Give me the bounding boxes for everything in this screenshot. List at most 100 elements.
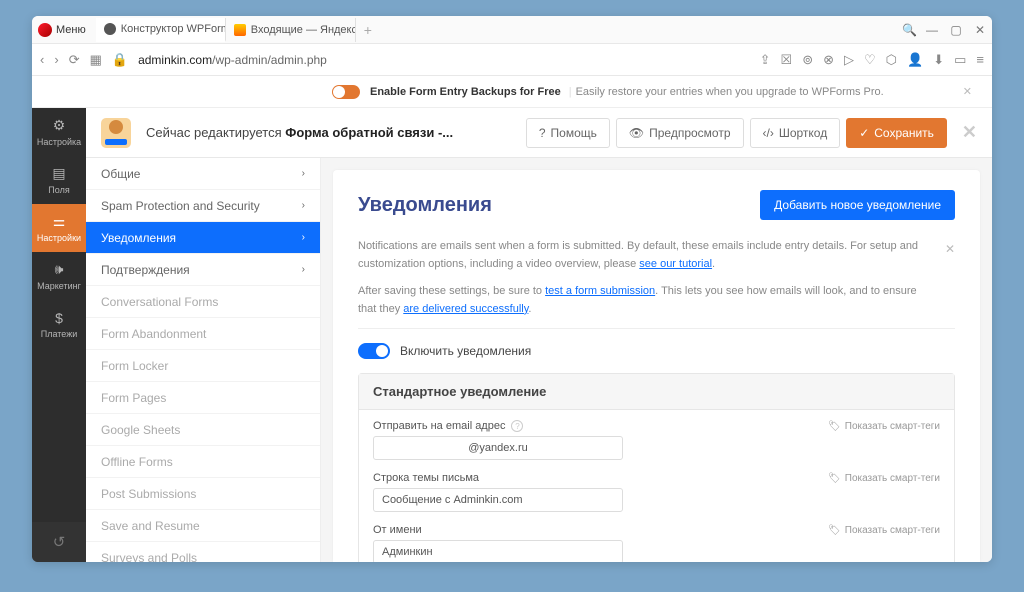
close-desc-icon[interactable]: ✕ xyxy=(945,240,955,259)
ext-icon[interactable]: ▷ xyxy=(844,52,854,68)
chevron-right-icon: › xyxy=(302,200,305,211)
close-notice-icon[interactable]: ✕ xyxy=(963,85,972,98)
ext-icon[interactable]: ⇪ xyxy=(760,52,771,68)
forward-icon[interactable]: › xyxy=(54,52,58,67)
titlebar: Меню Конструктор WPForms ‹ А ✕ Входящие … xyxy=(32,16,992,44)
close-builder-icon[interactable]: ✕ xyxy=(962,122,977,143)
maximize-icon[interactable]: ▢ xyxy=(950,23,962,37)
content-title: Уведомления xyxy=(358,194,492,217)
help-button[interactable]: ?Помощь xyxy=(526,118,610,148)
help-icon: ? xyxy=(539,126,546,140)
person-icon xyxy=(104,23,116,35)
address-bar: ‹ › ⟳ ▦ 🔒 adminkin.com/wp-admin/admin.ph… xyxy=(32,44,992,76)
search-icon[interactable]: 🔍 xyxy=(902,23,914,37)
sidebar-item-sheets[interactable]: Google Sheets xyxy=(86,414,320,446)
chevron-right-icon: › xyxy=(302,168,305,179)
code-icon: ‹/› xyxy=(763,126,774,140)
tab-title: Входящие — Яндекс Поч xyxy=(251,24,356,36)
send-to-input[interactable] xyxy=(373,436,623,460)
send-to-label: Отправить на email адрес xyxy=(373,420,505,432)
browser-tab[interactable]: Входящие — Яндекс Поч ✕ xyxy=(226,18,356,42)
sidebar-item-abandonment[interactable]: Form Abandonment xyxy=(86,318,320,350)
save-button[interactable]: ✓Сохранить xyxy=(846,118,947,148)
gear-icon: ⚙ xyxy=(53,117,66,134)
yandex-icon xyxy=(234,24,246,36)
check-icon: ✓ xyxy=(859,126,869,140)
menu-icon[interactable]: ≡ xyxy=(976,52,984,68)
sidebar-item-general[interactable]: Общие› xyxy=(86,158,320,190)
ext-icon[interactable]: ⬡ xyxy=(886,52,897,68)
sidebar-item-pages[interactable]: Form Pages xyxy=(86,382,320,414)
chevron-right-icon: › xyxy=(302,232,305,243)
help-icon[interactable]: ? xyxy=(511,420,523,432)
lock-icon: 🔒 xyxy=(112,52,128,68)
back-icon[interactable]: ‹ xyxy=(40,52,44,67)
nav-marketing[interactable]: 🕪Маркетинг xyxy=(32,252,86,300)
test-link[interactable]: test a form submission xyxy=(545,285,655,297)
sidebar-item-offline[interactable]: Offline Forms xyxy=(86,446,320,478)
notification-panel: Стандартное уведомление Отправить на ema… xyxy=(358,373,955,562)
from-name-label: От имени xyxy=(373,524,422,536)
close-window-icon[interactable]: ✕ xyxy=(974,23,986,37)
reload-icon[interactable]: ⟳ xyxy=(69,52,80,68)
panel-title: Стандартное уведомление xyxy=(359,374,954,410)
sidebar-item-spam[interactable]: Spam Protection and Security› xyxy=(86,190,320,222)
download-icon[interactable]: ⬇ xyxy=(933,52,944,68)
header-title: Сейчас редактируется Форма обратной связ… xyxy=(146,125,520,140)
left-nav: ⚙Настройка ▤Поля ⚌Настройки 🕪Маркетинг $… xyxy=(32,108,86,562)
fields-icon: ▤ xyxy=(52,165,65,182)
subject-label: Строка темы письма xyxy=(373,472,479,484)
sidebar-item-notifications[interactable]: Уведомления› xyxy=(86,222,320,254)
chart-icon: 🕪 xyxy=(55,261,64,278)
new-tab-button[interactable]: + xyxy=(356,22,380,38)
minimize-icon[interactable]: — xyxy=(926,23,938,37)
sidebar-item-locker[interactable]: Form Locker xyxy=(86,350,320,382)
preview-button[interactable]: 👁Предпросмотр xyxy=(616,118,744,148)
enable-toggle[interactable] xyxy=(358,343,390,359)
from-name-input[interactable] xyxy=(373,540,623,562)
sidebar-item-save-resume[interactable]: Save and Resume xyxy=(86,510,320,542)
enable-notifications-row: Включить уведомления xyxy=(358,328,955,373)
sidebar-item-conversational[interactable]: Conversational Forms xyxy=(86,286,320,318)
avatar-icon[interactable]: 👤 xyxy=(907,52,923,68)
url-input[interactable]: adminkin.com/wp-admin/admin.php xyxy=(138,53,750,67)
notice-toggle[interactable] xyxy=(332,85,360,99)
nav-history[interactable]: ↺ xyxy=(32,522,86,562)
add-notification-button[interactable]: Добавить новое уведомление xyxy=(760,190,955,220)
grid-icon[interactable]: ▦ xyxy=(90,52,102,68)
wpforms-logo xyxy=(101,118,131,148)
sliders-icon: ⚌ xyxy=(53,213,66,230)
ext-icon[interactable]: ▭ xyxy=(954,52,966,68)
sidebar-item-post[interactable]: Post Submissions xyxy=(86,478,320,510)
tab-title: Конструктор WPForms ‹ А xyxy=(121,23,226,35)
tutorial-link[interactable]: see our tutorial xyxy=(639,258,712,270)
smart-tags-link[interactable]: 🏷Показать смарт-теги xyxy=(828,525,940,536)
ext-icon[interactable]: ⊚ xyxy=(802,52,813,68)
subject-input[interactable] xyxy=(373,488,623,512)
smart-tags-link[interactable]: 🏷Показать смарт-теги xyxy=(828,421,940,432)
tag-icon: 🏷 xyxy=(828,473,841,484)
nav-payments[interactable]: $Платежи xyxy=(32,300,86,348)
browser-tab[interactable]: Конструктор WPForms ‹ А ✕ xyxy=(96,18,226,42)
sidebar-item-surveys[interactable]: Surveys and Polls xyxy=(86,542,320,562)
delivered-link[interactable]: are delivered successfully xyxy=(403,303,528,315)
smart-tags-link[interactable]: 🏷Показать смарт-теги xyxy=(828,473,940,484)
ext-icon[interactable]: ⊗ xyxy=(823,52,834,68)
tag-icon: 🏷 xyxy=(828,421,841,432)
ext-icon[interactable]: ♡ xyxy=(864,52,876,68)
description-2: After saving these settings, be sure to … xyxy=(358,283,955,318)
sidebar-item-confirmations[interactable]: Подтверждения› xyxy=(86,254,320,286)
content-panel: Уведомления Добавить новое уведомление N… xyxy=(333,170,980,562)
shortcode-button[interactable]: ‹/›Шорткод xyxy=(750,118,841,148)
nav-settings[interactable]: ⚌Настройки xyxy=(32,204,86,252)
menu-button[interactable]: Меню xyxy=(56,24,86,36)
eye-icon: 👁 xyxy=(629,126,644,140)
builder-header: Сейчас редактируется Форма обратной связ… xyxy=(86,108,992,158)
notice-title: Enable Form Entry Backups for Free xyxy=(370,86,561,98)
toolbar-icons: ⇪ ☒ ⊚ ⊗ ▷ ♡ ⬡ 👤 ⬇ ▭ ≡ xyxy=(760,52,984,68)
settings-sidebar: Общие› Spam Protection and Security› Уве… xyxy=(86,158,321,562)
nav-setup[interactable]: ⚙Настройка xyxy=(32,108,86,156)
ext-icon[interactable]: ☒ xyxy=(781,52,793,68)
chevron-right-icon: › xyxy=(302,264,305,275)
nav-fields[interactable]: ▤Поля xyxy=(32,156,86,204)
